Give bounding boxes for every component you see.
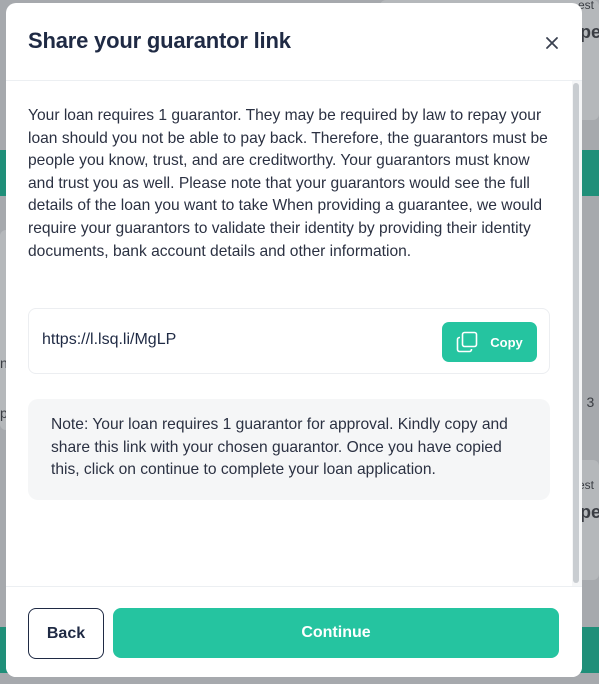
dialog-header: Share your guarantor link: [6, 3, 582, 81]
approval-note: Note: Your loan requires 1 guarantor for…: [28, 399, 550, 500]
dialog-title: Share your guarantor link: [28, 28, 291, 53]
close-icon: [546, 37, 558, 49]
guarantor-info-text: Your loan requires 1 guarantor. They may…: [28, 107, 548, 260]
copy-link-button[interactable]: Copy: [442, 322, 537, 362]
approval-note-text: Note: Your loan requires 1 guarantor for…: [51, 416, 508, 479]
dialog-body: Your loan requires 1 guarantor. They may…: [6, 81, 582, 586]
back-button[interactable]: Back: [28, 608, 104, 659]
dialog-footer: Back Continue: [6, 586, 582, 677]
copy-button-label: Copy: [490, 334, 523, 350]
share-guarantor-link-dialog: Share your guarantor link Your loan requ…: [6, 3, 582, 677]
close-button[interactable]: [540, 31, 564, 55]
background-heading: pe: [580, 22, 599, 42]
copy-icon: [456, 331, 478, 353]
scrollbar-thumb[interactable]: [573, 83, 579, 583]
background-heading: pe: [580, 502, 599, 522]
guarantor-link-box: https://l.lsq.li/MgLP Copy: [28, 308, 550, 374]
continue-button[interactable]: Continue: [113, 608, 559, 658]
guarantor-link[interactable]: https://l.lsq.li/MgLP: [42, 331, 176, 349]
